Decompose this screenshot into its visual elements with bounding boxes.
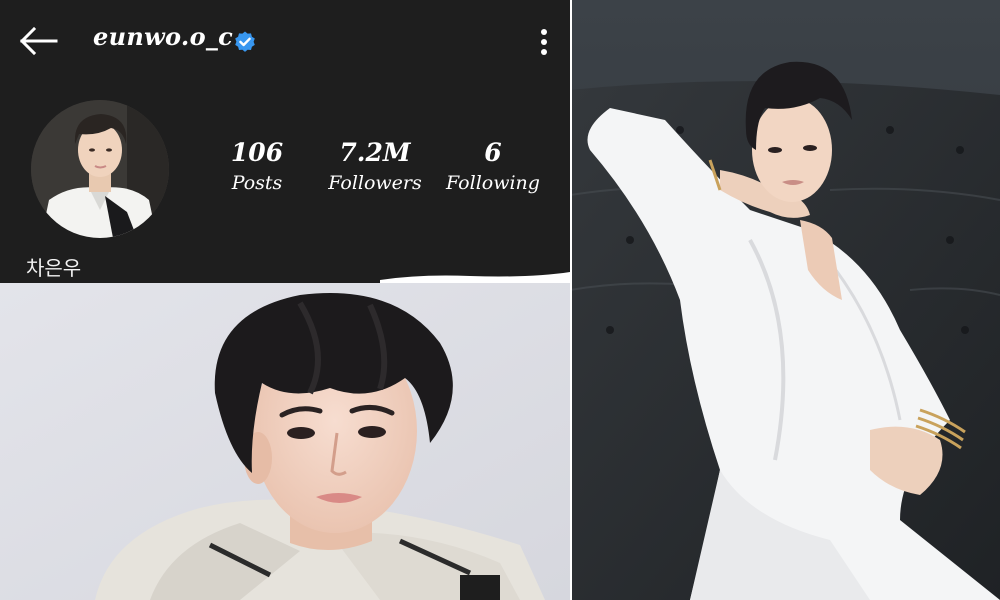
photo-divider: [570, 0, 572, 600]
stat-label: Followers: [328, 172, 422, 194]
posts-count[interactable]: 106 Posts: [215, 138, 299, 196]
profile-username: eunwo.o_c: [93, 22, 234, 51]
stat-value: 6: [484, 138, 502, 167]
profile-avatar[interactable]: [31, 100, 169, 238]
stat-label: Following: [446, 172, 540, 194]
followers-count[interactable]: 7.2M Followers: [322, 138, 428, 196]
profile-display-name: 차은우: [26, 256, 82, 280]
following-count[interactable]: 6 Following: [440, 138, 546, 196]
more-options-icon[interactable]: [530, 26, 558, 58]
screenshot-torn-edge: [380, 272, 570, 283]
stat-value: 7.2M: [339, 138, 411, 167]
back-arrow-icon[interactable]: [16, 24, 60, 58]
portrait-photo-sofa: [570, 0, 1000, 600]
stat-label: Posts: [231, 172, 283, 194]
instagram-profile-screenshot: eunwo.o_c 106 Posts 7.2M Followers 6 Fol…: [0, 0, 570, 283]
avatar-photo: [31, 100, 169, 238]
verified-badge-icon: [235, 31, 255, 52]
portrait-photo-closeup: [0, 283, 570, 600]
stat-value: 106: [230, 138, 284, 167]
profile-top-bar: eunwo.o_c: [0, 0, 570, 84]
